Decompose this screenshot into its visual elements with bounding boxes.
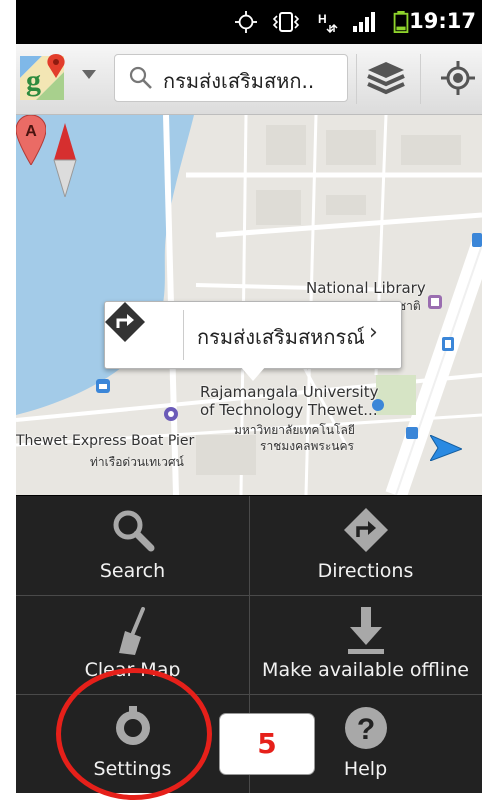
- action-divider: [420, 54, 421, 104]
- maps-action-bar: g กรมส่งเสริมสหก..: [16, 44, 482, 115]
- svg-text:g: g: [26, 64, 41, 97]
- poi-icon[interactable]: [442, 337, 454, 351]
- chevron-right-icon: ›: [369, 320, 378, 345]
- location-marker-icon[interactable]: A: [16, 115, 46, 165]
- search-query-text: กรมส่งเสริมสหก..: [163, 69, 315, 93]
- logo-dropdown-chevron-icon[interactable]: [82, 70, 96, 79]
- my-location-icon[interactable]: [440, 60, 476, 96]
- map-label-university-line1: Rajamangala University: [200, 383, 379, 401]
- action-divider: [356, 54, 357, 104]
- annotation-highlight-circle: [56, 668, 212, 800]
- broom-icon: [118, 607, 145, 655]
- poi-icon[interactable]: [164, 407, 178, 421]
- marker-letter: A: [25, 123, 37, 140]
- search-icon: [113, 510, 154, 552]
- poi-icon[interactable]: [372, 399, 384, 411]
- map-label-university-th2: ราชมงคลพระนคร: [260, 439, 354, 453]
- directions-icon[interactable]: [105, 302, 145, 342]
- callout-tail: [240, 366, 266, 381]
- menu-item-label: Search: [99, 560, 166, 582]
- google-maps-logo-icon[interactable]: g: [20, 52, 76, 104]
- current-location-arrow-icon: [430, 435, 462, 461]
- map-label-pier: Thewet Express Boat Pier: [16, 433, 195, 449]
- download-icon: [347, 607, 384, 654]
- data-h-icon: H: [318, 12, 338, 33]
- menu-item-label: Make available offline: [262, 659, 469, 681]
- map-label-university-line2: of Technology Thewet...: [200, 401, 378, 419]
- callout-divider: [183, 310, 184, 360]
- help-icon: ?: [344, 707, 387, 749]
- pier-poi-icon[interactable]: [96, 379, 110, 393]
- map-label-national-library: National Library: [306, 279, 426, 297]
- svg-text:?: ?: [356, 713, 374, 746]
- layers-icon[interactable]: [366, 60, 406, 96]
- menu-item-search[interactable]: Search: [16, 496, 249, 595]
- search-box[interactable]: กรมส่งเสริมสหก..: [114, 54, 348, 102]
- svg-text:H: H: [318, 12, 327, 26]
- library-poi-icon[interactable]: [428, 295, 442, 309]
- poi-icon[interactable]: [472, 233, 482, 247]
- map-label-pier-th: ท่าเรือด่วนเทเวศน์: [90, 455, 184, 469]
- gps-icon: [235, 11, 257, 33]
- search-icon: [129, 66, 152, 89]
- signal-icon: [353, 12, 375, 32]
- status-bar: H 19:17: [16, 0, 482, 44]
- menu-item-make-available-offline[interactable]: Make available offline: [249, 595, 482, 694]
- status-time: 19:17: [409, 9, 476, 33]
- callout-title: กรมส่งเสริมสหกรณ์: [197, 325, 365, 349]
- battery-icon: [393, 11, 409, 33]
- map-view[interactable]: National Library ชาติ Rajamangala Univer…: [16, 115, 482, 495]
- phone-screen: H 19:17 g กรมส่งเสริมสหก.. National Libr…: [16, 0, 482, 793]
- poi-icon[interactable]: [406, 427, 418, 439]
- vibrate-icon: [272, 12, 300, 32]
- menu-item-directions[interactable]: Directions: [249, 496, 482, 595]
- menu-item-label: Directions: [317, 560, 414, 582]
- annotation-step-badge: 5: [219, 713, 315, 775]
- directions-icon: [343, 508, 388, 552]
- compass-icon[interactable]: [52, 123, 78, 197]
- place-callout[interactable]: กรมส่งเสริมสหกรณ์ ›: [104, 301, 402, 369]
